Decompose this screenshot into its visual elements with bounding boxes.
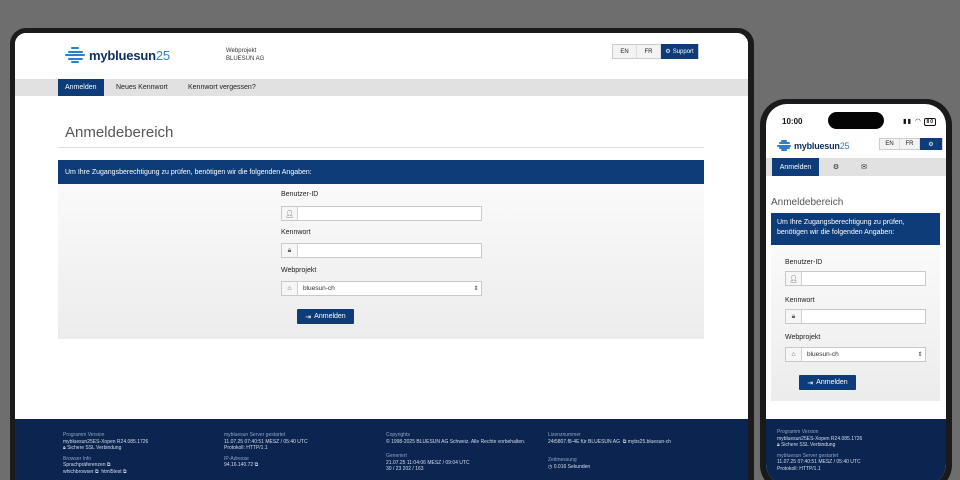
login-icon: ⇥ bbox=[305, 313, 312, 321]
user-id-field[interactable]: 👤︎ bbox=[785, 271, 926, 286]
logo[interactable]: mybluesun25 bbox=[65, 47, 170, 63]
user-id-value bbox=[298, 207, 481, 220]
gear-icon: ⚙ bbox=[832, 164, 840, 171]
lang-en-button[interactable]: EN bbox=[613, 45, 637, 58]
user-icon: 👤︎ bbox=[786, 272, 802, 285]
gear-icon: ⚙ bbox=[928, 141, 934, 148]
lang-fr-button[interactable]: FR bbox=[900, 139, 920, 149]
logo-text: mybluesun25 bbox=[794, 140, 850, 151]
gear-icon: ⚙ bbox=[665, 49, 671, 55]
project-name: BLUESUN AG bbox=[226, 56, 265, 62]
tab-mail[interactable]: ✉ bbox=[852, 158, 876, 176]
project-select[interactable]: ⌂ bluesun-ch ⇕ bbox=[785, 347, 926, 362]
title-divider bbox=[58, 147, 704, 148]
whichbrowser-link[interactable]: whichbrowser bbox=[63, 469, 94, 475]
login-button[interactable]: ⇥ Anmelden bbox=[799, 375, 856, 390]
password-field[interactable]: 🔒︎ bbox=[785, 309, 926, 324]
browser-links: whichbrowser ⧉ html5test ⧉ bbox=[63, 468, 127, 475]
status-time: 10:00 bbox=[782, 117, 803, 126]
phone-page-title: Anmeldebereich bbox=[771, 197, 844, 208]
tab-settings[interactable]: ⚙ bbox=[824, 158, 848, 176]
password-label: Kennwort bbox=[785, 297, 815, 304]
tab-bar: Anmelden Neues Kennwort Kennwort vergess… bbox=[15, 79, 748, 96]
support-label: Support bbox=[672, 48, 694, 55]
site-footer: Programm Version mybluesun25ES-Xopen R24… bbox=[15, 419, 748, 480]
phone-frame: 10:00 ▮▮ ◠ 80 mybluesun25 EN FR ⚙ Anmeld… bbox=[760, 99, 952, 480]
login-button-label: Anmelden bbox=[314, 313, 346, 320]
project-select-label: Webprojekt bbox=[785, 334, 821, 341]
tab-neues-kennwort[interactable]: Neues Kennwort bbox=[109, 79, 175, 96]
footer-col-copyright: Copyrights © 1998-2025 BLUESUN AG Schwei… bbox=[386, 432, 525, 473]
html5test-link[interactable]: html5test bbox=[101, 469, 121, 475]
select-caret-icon: ⇕ bbox=[473, 286, 479, 292]
dynamic-island bbox=[828, 112, 884, 129]
copyright-row: © 1998-2025 BLUESUN AG Schweiz. Alle Rec… bbox=[386, 438, 526, 445]
phone-screen: 10:00 ▮▮ ◠ 80 mybluesun25 EN FR ⚙ Anmeld… bbox=[766, 104, 946, 480]
logo-mark-icon bbox=[65, 47, 85, 63]
tab-kennwort-vergessen[interactable]: Kennwort vergessen? bbox=[181, 79, 263, 96]
status-indicators: ▮▮ ◠ 80 bbox=[903, 117, 936, 126]
lang-fr-button[interactable]: FR bbox=[637, 45, 661, 58]
select-caret-icon: ⇕ bbox=[917, 352, 923, 358]
project-select-value: bluesun-ch bbox=[303, 285, 335, 292]
user-id-field[interactable]: 👤︎ bbox=[281, 206, 482, 221]
home-icon: ⌂ bbox=[282, 282, 298, 295]
protocol-value: Protokoll: HTTP/1.1 bbox=[777, 465, 821, 472]
signal-icon: ▮▮ bbox=[902, 118, 913, 125]
login-icon: ⇥ bbox=[807, 379, 814, 387]
support-button[interactable]: ⚙ Support bbox=[661, 44, 698, 59]
phone-tab-bar: Anmelden ⚙ ✉ bbox=[766, 158, 946, 176]
home-icon: ⌂ bbox=[786, 348, 802, 361]
user-id-label: Benutzer-ID bbox=[785, 259, 823, 266]
ip-link[interactable]: 94.16.140.72 ⧉ bbox=[224, 462, 308, 469]
status-bar: 10:00 ▮▮ ◠ 80 bbox=[766, 104, 946, 132]
footer-col-program: Programm Version mybluesun25ES-Xopen R24… bbox=[63, 432, 148, 475]
password-label: Kennwort bbox=[281, 229, 311, 236]
logo-text: mybluesun25 bbox=[89, 47, 170, 63]
logo-mark-icon bbox=[777, 140, 791, 151]
language-switcher: EN FR ⚙ Support bbox=[612, 44, 699, 59]
battery-icon: 80 bbox=[924, 118, 936, 126]
user-icon: 👤︎ bbox=[282, 207, 298, 220]
project-info: Webprojekt BLUESUN AG bbox=[226, 47, 264, 63]
phone-logo[interactable]: mybluesun25 bbox=[777, 140, 850, 151]
site-header: mybluesun25 Webprojekt BLUESUN AG EN FR … bbox=[15, 33, 748, 79]
license-row: 24t5807.f8-4E für BLUESUN AG ⧉ mybs25.bl… bbox=[548, 438, 672, 445]
phone-footer: Programm Version mybluesun25ES-Xopen R24… bbox=[766, 419, 946, 480]
support-button[interactable]: ⚙ bbox=[920, 138, 942, 150]
password-value bbox=[298, 244, 481, 257]
project-label: Webprojekt bbox=[226, 48, 257, 54]
lang-en-button[interactable]: EN bbox=[880, 139, 900, 149]
footer-col-server: mybluesun Server gestartet 11.07.25 07:4… bbox=[224, 432, 308, 469]
wifi-icon: ◠ bbox=[914, 118, 922, 125]
footer-col-license: Lizenznummer 24t5807.f8-4E für BLUESUN A… bbox=[548, 432, 671, 470]
project-select-label: Webprojekt bbox=[281, 267, 317, 274]
phone-login-form: Benutzer-ID 👤︎ Kennwort 🔒︎ Webprojekt ⌂ … bbox=[771, 245, 940, 401]
phone-info-bar: Um Ihre Zugangsberechtigung zu prüfen, b… bbox=[771, 213, 940, 245]
login-form: Benutzer-ID 👤︎ Kennwort 🔒︎ Webprojekt ⌂ … bbox=[58, 184, 704, 339]
timing-row: ◷ 0.016 Sekunden bbox=[548, 463, 591, 470]
lock-icon: 🔒︎ bbox=[786, 310, 802, 323]
password-field[interactable]: 🔒︎ bbox=[281, 243, 482, 258]
laptop-screen: mybluesun25 Webprojekt BLUESUN AG EN FR … bbox=[15, 33, 748, 480]
lock-icon: 🔒︎ bbox=[282, 244, 298, 257]
generated-counts: 30 / 23 202 / 163 bbox=[386, 466, 424, 472]
mail-icon: ✉ bbox=[861, 164, 867, 171]
info-bar: Um Ihre Zugangsberechtigung zu prüfen, b… bbox=[58, 160, 704, 184]
login-button[interactable]: ⇥ Anmelden bbox=[297, 309, 354, 324]
tab-anmelden[interactable]: Anmelden bbox=[58, 79, 104, 96]
project-select[interactable]: ⌂ bluesun-ch ⇕ bbox=[281, 281, 482, 296]
laptop-frame: mybluesun25 Webprojekt BLUESUN AG EN FR … bbox=[10, 28, 754, 480]
phone-language-switcher: EN FR ⚙ bbox=[879, 138, 943, 150]
page-title: Anmeldebereich bbox=[65, 124, 174, 141]
user-id-label: Benutzer-ID bbox=[281, 191, 319, 198]
tab-anmelden[interactable]: Anmelden bbox=[772, 158, 819, 176]
